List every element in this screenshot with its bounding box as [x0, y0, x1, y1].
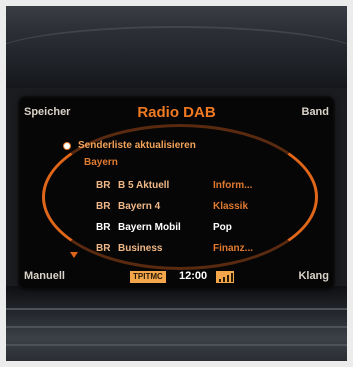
menu-item-refresh-list[interactable]: Senderliste aktualisieren [78, 140, 196, 151]
tp-tmc-badge: TPITMC [130, 271, 166, 283]
station-source: BR [96, 222, 111, 233]
dashboard-top-bezel [6, 6, 347, 88]
scroll-down-arrow-icon[interactable] [70, 252, 78, 258]
dashboard-bottom-bezel [6, 286, 347, 361]
softkey-manuell[interactable]: Manuell [24, 270, 65, 282]
group-label: Bayern [84, 157, 118, 168]
station-genre: Finanz... [213, 243, 253, 254]
station-name: Business [118, 243, 163, 254]
softkey-speicher[interactable]: Speicher [24, 106, 70, 118]
station-genre: Klassik [213, 201, 249, 212]
device-frame: Radio DAB Speicher Band Senderliste aktu… [6, 6, 347, 361]
softkey-klang[interactable]: Klang [298, 270, 329, 282]
vent-line [6, 326, 347, 328]
station-name: Bayern Mobil [118, 222, 181, 233]
clock: 12:00 [179, 270, 208, 282]
station-genre: Inform... [213, 180, 253, 191]
station-genre: Pop [213, 222, 232, 233]
vent-line [6, 344, 347, 346]
signal-strength-icon [216, 271, 234, 283]
station-source: BR [96, 180, 111, 191]
status-bar: Manuell TPITMC 12:00 Klang [20, 270, 333, 288]
active-bullet-icon [64, 143, 70, 149]
infotainment-screen: Radio DAB Speicher Band Senderliste aktu… [20, 98, 333, 288]
vent-line [6, 308, 347, 310]
station-name: Bayern 4 [118, 201, 161, 212]
softkey-band[interactable]: Band [302, 106, 330, 118]
station-source: BR [96, 243, 111, 254]
station-name: B 5 Aktuell [118, 180, 170, 191]
station-source: BR [96, 201, 111, 212]
